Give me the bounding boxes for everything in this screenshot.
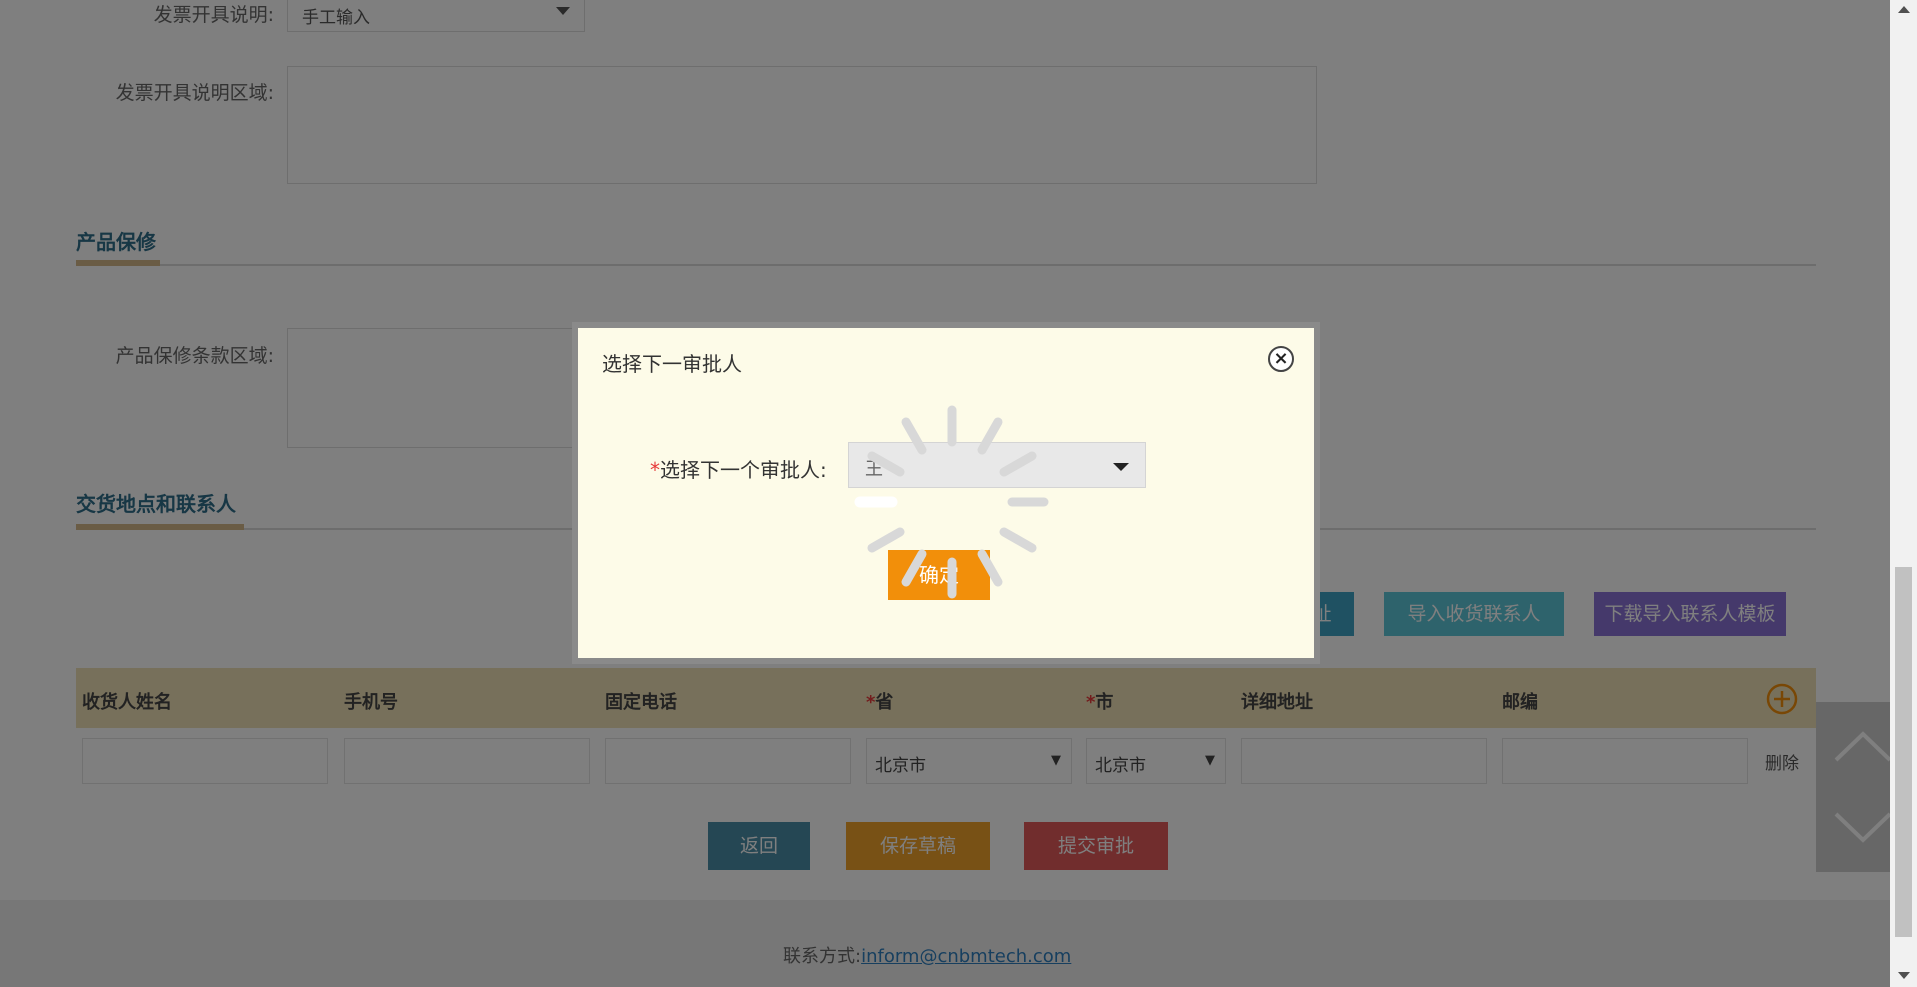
spinner-spoke xyxy=(867,527,905,553)
vertical-scrollbar[interactable] xyxy=(1890,0,1917,987)
chevron-down-icon xyxy=(1113,463,1129,471)
scrollbar-thumb[interactable] xyxy=(1895,567,1912,937)
approver-field-label-text: 选择下一个审批人: xyxy=(660,458,827,482)
spinner-spoke xyxy=(977,417,1003,455)
spinner-spoke xyxy=(901,549,927,587)
approver-field-label: *选择下一个审批人: xyxy=(650,454,827,483)
spinner-spoke xyxy=(901,417,927,455)
close-icon[interactable]: × xyxy=(1268,346,1294,372)
spinner-spoke xyxy=(999,451,1037,477)
spinner-spoke xyxy=(867,451,905,477)
spinner-spoke xyxy=(977,549,1003,587)
scroll-up-arrow-icon[interactable] xyxy=(1898,6,1910,13)
required-mark: * xyxy=(650,458,660,482)
spinner-icon xyxy=(854,405,1049,599)
scroll-down-arrow-icon[interactable] xyxy=(1898,972,1910,979)
spinner-spoke xyxy=(999,527,1037,553)
dialog-title: 选择下一审批人 xyxy=(602,352,742,376)
